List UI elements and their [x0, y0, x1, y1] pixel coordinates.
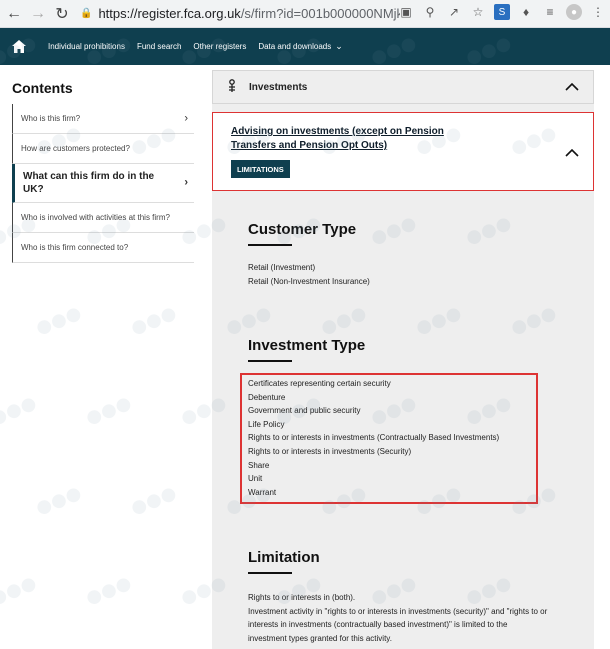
puzzle-icon[interactable]: ♦	[518, 4, 534, 20]
home-icon[interactable]	[0, 28, 38, 65]
site-navigation: Individual prohibitions Fund search Othe…	[0, 28, 610, 65]
main-panel: Investments Advising on investments (exc…	[212, 70, 594, 649]
sidebar-item-connected-to[interactable]: Who is this firm connected to?	[12, 233, 194, 263]
lock-icon: 🔒	[80, 8, 93, 19]
customer-type-list: Retail (Investment) Retail (Non-Investme…	[248, 261, 370, 288]
chevron-up-icon[interactable]	[565, 78, 579, 96]
investment-type-list: Certificates representing certain securi…	[248, 377, 499, 499]
limitations-button[interactable]: LIMITATIONS	[231, 160, 290, 178]
chevron-down-icon: ⌄	[335, 41, 343, 51]
sidebar-item-label: Who is this firm?	[21, 114, 81, 123]
watermark-mark: ●●●	[0, 571, 40, 610]
bookmark-star-icon[interactable]: ☆	[470, 4, 486, 20]
watermark-mark: ●●●	[0, 391, 40, 430]
contents-sidebar: Contents Who is this firm? › How are cus…	[12, 80, 194, 263]
activity-title-link[interactable]: Advising on investments (except on Pensi…	[231, 125, 491, 153]
list-item: Retail (Non-Investment Insurance)	[248, 276, 370, 286]
list-item: Share	[248, 460, 270, 470]
watermark-mark: ●●●	[82, 391, 135, 430]
investments-accordion-header[interactable]: Investments	[212, 70, 594, 104]
sidebar-item-label: Who is involved with activities at this …	[21, 213, 170, 222]
sidebar-item-label: Who is this firm connected to?	[21, 243, 129, 252]
nav-other-registers[interactable]: Other registers	[193, 42, 246, 51]
chevron-right-icon: ›	[184, 176, 188, 189]
sidebar-item-customers-protected[interactable]: How are customers protected?	[12, 134, 194, 164]
list-item: Debenture	[248, 392, 286, 402]
limitation-line-2: Investment activity in "rights to or int…	[248, 606, 548, 643]
reading-list-icon[interactable]: ≡	[542, 4, 558, 20]
heading-underline	[248, 360, 292, 362]
activity-panel-highlighted: Advising on investments (except on Pensi…	[212, 112, 594, 191]
nav-data-and-downloads[interactable]: Data and downloads ⌄	[258, 41, 343, 52]
menu-kebab-icon[interactable]: ⋮	[590, 4, 606, 20]
watermark-mark: ●●●	[127, 481, 180, 520]
translate-icon[interactable]: ▣	[398, 4, 414, 20]
url-host: https://register.fca.org.uk	[98, 6, 241, 21]
list-item: Warrant	[248, 487, 277, 497]
chevron-right-icon: ›	[184, 112, 188, 124]
sidebar-item-label: How are customers protected?	[21, 144, 130, 153]
limitation-heading: Limitation	[248, 549, 320, 566]
nav-data-label: Data and downloads	[258, 42, 332, 51]
nav-individual-prohibitions[interactable]: Individual prohibitions	[48, 42, 125, 51]
watermark-mark: ●●●	[127, 301, 180, 340]
address-bar[interactable]: 🔒 https://register.fca.org.uk/s/firm?id=…	[80, 3, 400, 25]
customer-type-heading: Customer Type	[248, 221, 357, 238]
url-path: /s/firm?id=001b000000NMjk...	[240, 6, 400, 21]
accordion-title: Investments	[249, 81, 308, 93]
extension-icon[interactable]: S	[494, 4, 510, 20]
watermark-mark: ●●●	[32, 481, 85, 520]
heading-underline	[248, 244, 292, 246]
list-item: Unit	[248, 474, 263, 484]
list-item: Retail (Investment)	[248, 263, 316, 272]
investment-type-heading: Investment Type	[248, 337, 366, 354]
list-item: Certificates representing certain securi…	[248, 379, 391, 388]
browser-toolbar: ← → ↻ 🔒 https://register.fca.org.uk/s/fi…	[0, 0, 610, 28]
heading-underline	[248, 572, 292, 574]
sidebar-item-label: What can this firm do in the UK?	[23, 171, 155, 195]
watermark-mark: ●●●	[82, 571, 135, 610]
profile-avatar-icon[interactable]: ●	[566, 4, 582, 20]
sidebar-item-who-is-involved[interactable]: Who is involved with activities at this …	[12, 203, 194, 233]
contents-title: Contents	[12, 80, 73, 96]
back-icon[interactable]: ←	[4, 4, 24, 24]
nav-fund-search[interactable]: Fund search	[137, 42, 181, 51]
sidebar-item-what-can-firm-do[interactable]: What can this firm do in the UK? ›	[12, 164, 194, 203]
reload-icon[interactable]: ↻	[52, 4, 72, 24]
list-item: Government and public security	[248, 406, 361, 416]
sidebar-item-who-is-this-firm[interactable]: Who is this firm? ›	[12, 104, 194, 134]
chevron-up-icon[interactable]	[565, 144, 579, 162]
forward-icon[interactable]: →	[28, 4, 48, 24]
list-item: Life Policy	[248, 419, 285, 429]
share-icon[interactable]: ↗	[446, 4, 462, 20]
watermark-mark: ●●●	[32, 301, 85, 340]
investments-icon	[227, 78, 241, 96]
limitation-line-1: Rights to or interests in (both).	[248, 593, 356, 602]
list-item: Rights to or interests in investments (C…	[248, 433, 500, 443]
list-item: Rights to or interests in investments (S…	[248, 446, 412, 456]
zoom-icon[interactable]: ⚲	[422, 4, 438, 20]
limitation-text: Rights to or interests in (both). Invest…	[248, 591, 548, 645]
